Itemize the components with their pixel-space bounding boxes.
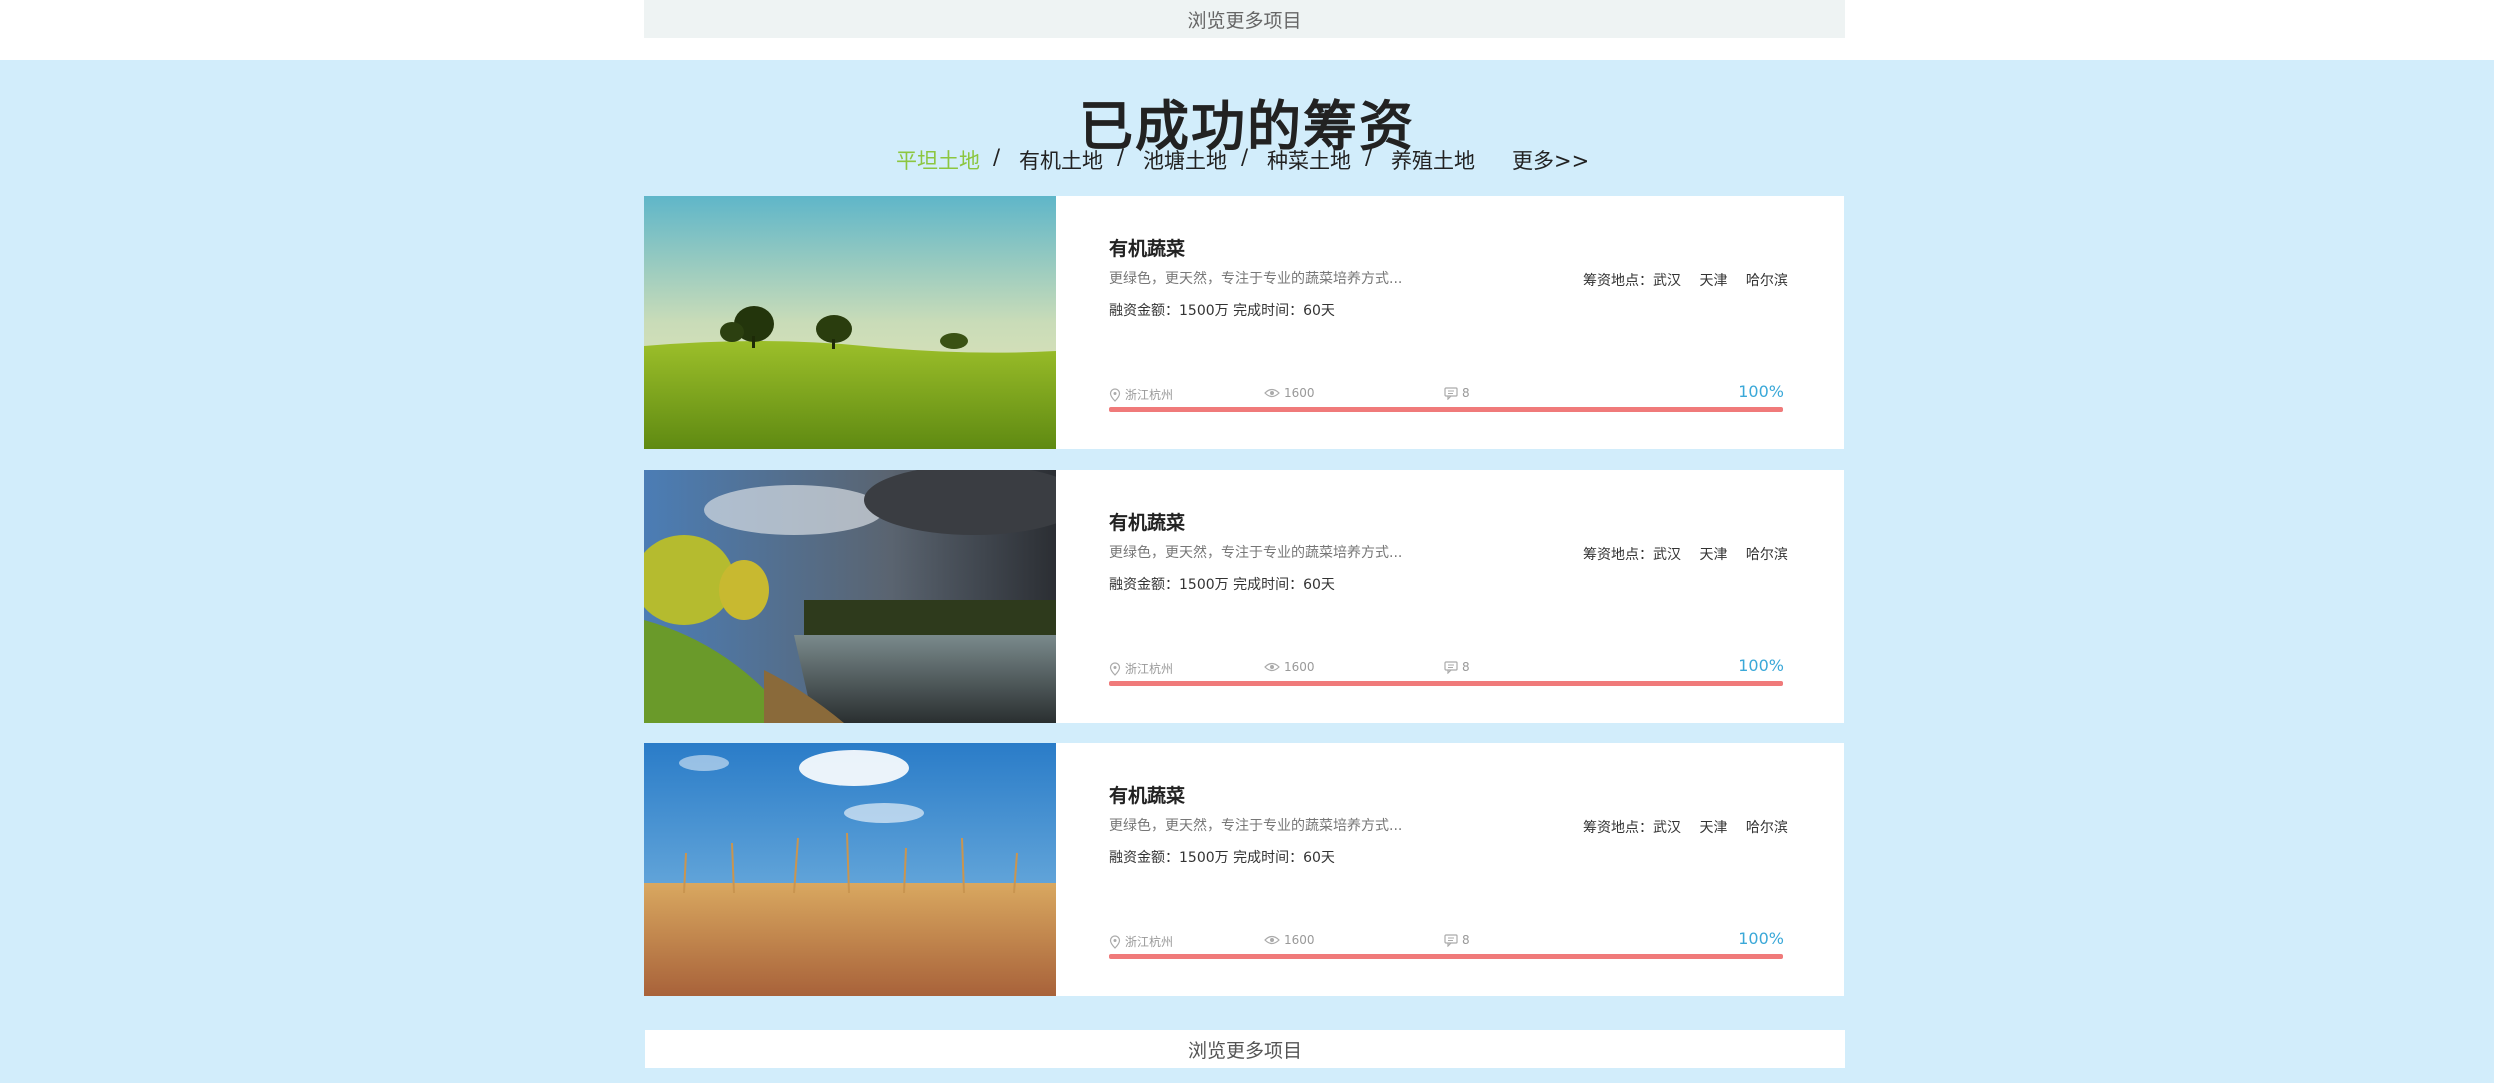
- project-city: 浙江杭州: [1109, 386, 1173, 403]
- project-comments: 8: [1444, 660, 1470, 674]
- category-organic-land[interactable]: 有机土地: [1019, 145, 1103, 175]
- project-image[interactable]: [644, 743, 1056, 996]
- eye-icon: [1264, 662, 1280, 672]
- golf-field-image: [644, 196, 1056, 449]
- project-title[interactable]: 有机蔬菜: [1109, 781, 1185, 808]
- project-title[interactable]: 有机蔬菜: [1109, 234, 1185, 261]
- project-description: 更绿色，更天然，专注于专业的蔬菜培养方式...: [1109, 271, 1403, 287]
- category-more-link[interactable]: 更多>>: [1512, 145, 1589, 175]
- views-count: 1600: [1284, 660, 1315, 674]
- location-label: 筹资地点：武汉: [1583, 273, 1681, 289]
- category-breeding-land[interactable]: 养殖土地: [1391, 145, 1475, 175]
- project-amount: 融资金额：1500万 完成时间：60天: [1109, 303, 1335, 319]
- location-item: 哈尔滨: [1745, 273, 1788, 289]
- wheat-field-image: [644, 743, 1056, 996]
- location-item: 哈尔滨: [1745, 820, 1788, 836]
- project-title[interactable]: 有机蔬菜: [1109, 508, 1185, 535]
- views-count: 1600: [1284, 933, 1315, 947]
- comments-count: 8: [1462, 386, 1470, 400]
- location-item: 天津: [1699, 273, 1728, 289]
- browse-more-button-top[interactable]: 浏览更多项目: [644, 0, 1845, 38]
- project-image[interactable]: [644, 196, 1056, 449]
- top-strip: 浏览更多项目: [0, 0, 2494, 60]
- category-separator: /: [1241, 145, 1249, 169]
- browse-more-button-bottom[interactable]: 浏览更多项目: [645, 1030, 1845, 1068]
- project-locations: 筹资地点：武汉 天津 哈尔滨: [1583, 544, 1802, 564]
- map-pin-icon: [1109, 934, 1121, 949]
- location-label: 筹资地点：武汉: [1583, 820, 1681, 836]
- project-card[interactable]: 有机蔬菜 更绿色，更天然，专注于专业的蔬菜培养方式... 融资金额：1500万 …: [644, 470, 1844, 723]
- project-views: 1600: [1264, 933, 1315, 947]
- city-name: 浙江杭州: [1125, 935, 1174, 949]
- project-amount: 融资金额：1500万 完成时间：60天: [1109, 850, 1335, 866]
- progress-percent: 100%: [1738, 382, 1784, 401]
- views-count: 1600: [1284, 386, 1315, 400]
- category-separator: /: [1365, 145, 1373, 169]
- project-views: 1600: [1264, 386, 1315, 400]
- category-vegetable-land[interactable]: 种菜土地: [1267, 145, 1351, 175]
- progress-percent: 100%: [1738, 656, 1784, 675]
- city-name: 浙江杭州: [1125, 388, 1174, 402]
- comments-count: 8: [1462, 660, 1470, 674]
- project-views: 1600: [1264, 660, 1315, 674]
- category-pond-land[interactable]: 池塘土地: [1143, 145, 1227, 175]
- category-separator: /: [993, 145, 1001, 169]
- project-city: 浙江杭州: [1109, 660, 1173, 677]
- progress-bar: [1109, 407, 1783, 412]
- location-item: 天津: [1699, 820, 1728, 836]
- project-amount: 融资金额：1500万 完成时间：60天: [1109, 577, 1335, 593]
- comments-count: 8: [1462, 933, 1470, 947]
- project-locations: 筹资地点：武汉 天津 哈尔滨: [1583, 270, 1802, 290]
- comment-icon: [1444, 386, 1458, 400]
- progress-percent: 100%: [1738, 929, 1784, 948]
- category-flat-land[interactable]: 平坦土地: [896, 145, 980, 175]
- project-description: 更绿色，更天然，专注于专业的蔬菜培养方式...: [1109, 818, 1403, 834]
- project-comments: 8: [1444, 386, 1470, 400]
- project-image[interactable]: [644, 470, 1056, 723]
- city-name: 浙江杭州: [1125, 662, 1174, 676]
- location-item: 天津: [1699, 547, 1728, 563]
- category-separator: /: [1117, 145, 1125, 169]
- comment-icon: [1444, 933, 1458, 947]
- lake-image: [644, 470, 1056, 723]
- eye-icon: [1264, 388, 1280, 398]
- project-locations: 筹资地点：武汉 天津 哈尔滨: [1583, 817, 1802, 837]
- progress-bar: [1109, 954, 1783, 959]
- project-description: 更绿色，更天然，专注于专业的蔬菜培养方式...: [1109, 545, 1403, 561]
- map-pin-icon: [1109, 661, 1121, 676]
- eye-icon: [1264, 935, 1280, 945]
- map-pin-icon: [1109, 387, 1121, 402]
- progress-bar: [1109, 681, 1783, 686]
- comment-icon: [1444, 660, 1458, 674]
- project-comments: 8: [1444, 933, 1470, 947]
- progress-bar-fill: [1109, 954, 1783, 959]
- location-label: 筹资地点：武汉: [1583, 547, 1681, 563]
- project-card[interactable]: 有机蔬菜 更绿色，更天然，专注于专业的蔬菜培养方式... 融资金额：1500万 …: [644, 743, 1844, 996]
- progress-bar-fill: [1109, 407, 1783, 412]
- project-city: 浙江杭州: [1109, 933, 1173, 950]
- project-card[interactable]: 有机蔬菜 更绿色，更天然，专注于专业的蔬菜培养方式... 融资金额：1500万 …: [644, 196, 1844, 449]
- location-item: 哈尔滨: [1745, 547, 1788, 563]
- progress-bar-fill: [1109, 681, 1783, 686]
- category-nav: 平坦土地 / 有机土地 / 池塘土地 / 种菜土地 / 养殖土地 更多>>: [0, 145, 2494, 177]
